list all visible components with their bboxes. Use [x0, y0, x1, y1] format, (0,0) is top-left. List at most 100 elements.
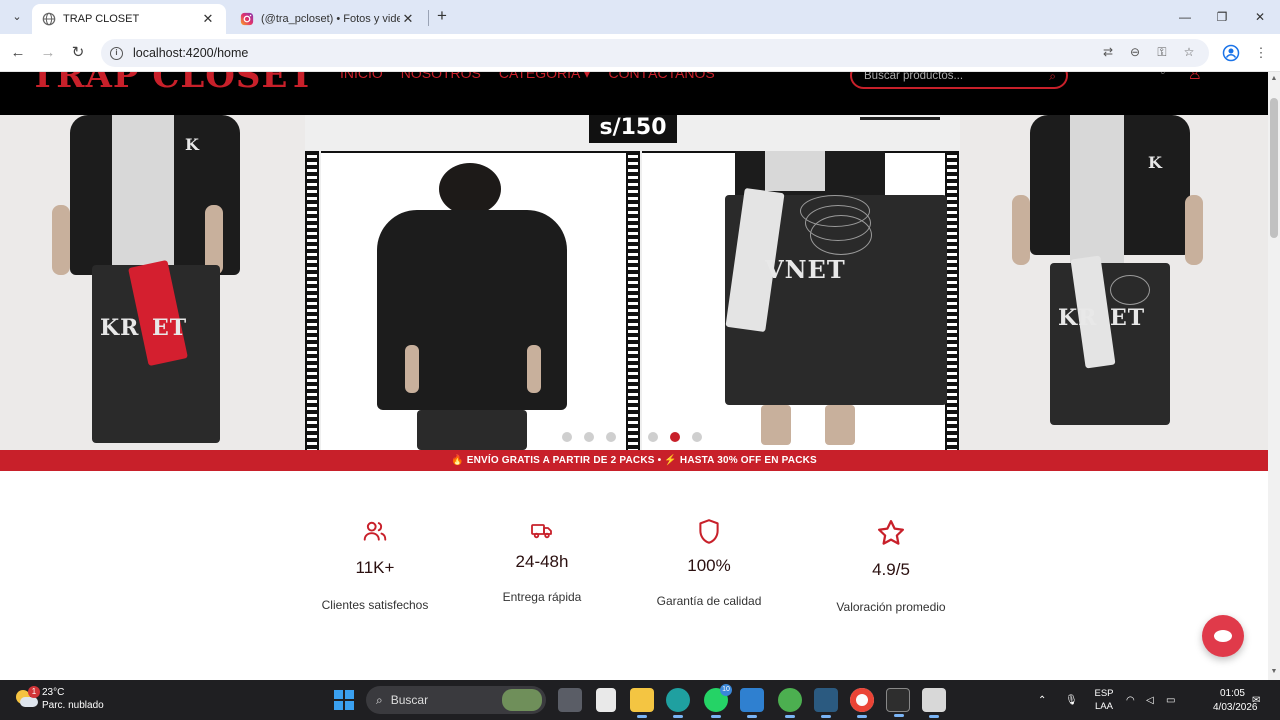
stat-value: 4.9/5 — [872, 560, 910, 579]
stat-label: Valoración promedio — [836, 600, 946, 614]
carousel-dot[interactable] — [606, 432, 616, 442]
scroll-up-icon[interactable]: ▲ — [1270, 75, 1278, 83]
search-highlight-icon — [502, 689, 542, 711]
weather-temp: 23°C — [42, 687, 65, 698]
zoom-icon[interactable]: ⊖ — [1127, 44, 1143, 60]
user-icon[interactable]: ◦ — [1160, 72, 1166, 84]
chrome-icon[interactable] — [850, 688, 874, 718]
notification-icon[interactable]: ✉ — [1252, 680, 1260, 720]
tab-search-chevron-icon[interactable]: ⌄ — [6, 7, 28, 27]
terminal-icon[interactable] — [886, 688, 910, 717]
stat-rating: 4.9/5 Valoración promedio — [826, 518, 956, 614]
browser-toolbar: ← → ↻ i localhost:4200/home ⇄ ⊖ ⚿ ☆ ⋮ — [0, 34, 1280, 72]
whatsapp-icon[interactable]: 10 — [704, 684, 732, 718]
nav-nosotros[interactable]: NOSOTROS — [401, 72, 481, 82]
tab-title: (@tra_pcloset) • Fotos y videos — [261, 13, 400, 25]
stat-quality: 100% Garantía de calidad — [649, 518, 769, 608]
scroll-down-icon[interactable]: ▼ — [1270, 668, 1278, 676]
weather-widget[interactable]: 1 23°C Parc. nublado — [14, 686, 104, 712]
search-placeholder: Buscar productos... — [864, 72, 964, 82]
minimize-icon[interactable]: — — [1170, 8, 1200, 26]
hero-image-left: KR ET K — [0, 115, 305, 450]
green-app-icon[interactable] — [778, 688, 802, 718]
address-bar[interactable]: i localhost:4200/home ⇄ ⊖ ⚿ ☆ — [101, 39, 1209, 67]
carousel-dot-active[interactable] — [670, 432, 680, 442]
stat-label: Garantía de calidad — [656, 594, 762, 608]
back-arrow-icon[interactable]: ← — [8, 43, 28, 63]
tab-separator — [428, 10, 429, 26]
profile-icon[interactable] — [1222, 44, 1240, 62]
plus-icon[interactable]: + — [433, 6, 451, 26]
tab-trap-closet[interactable]: TRAP CLOSET ✕ — [32, 4, 226, 34]
file-explorer-icon[interactable] — [630, 688, 654, 718]
snipping-tool-icon[interactable] — [922, 688, 946, 718]
url-text[interactable]: localhost:4200/home — [133, 46, 248, 60]
wifi-icon[interactable]: ◠ — [1126, 680, 1135, 720]
microphone-icon[interactable]: 🎙 — [1065, 680, 1078, 720]
task-view-icon[interactable] — [558, 688, 582, 712]
promo-banner: 🔥 ENVÍO GRATIS A PARTIR DE 2 PACKS • ⚡ H… — [0, 450, 1268, 471]
taskbar-search[interactable]: ⌕ Buscar — [366, 686, 546, 714]
product-search-input[interactable]: Buscar productos... ⌕ — [850, 72, 1068, 89]
search-icon: ⌕ — [376, 692, 383, 707]
carousel-dot[interactable] — [584, 432, 594, 442]
nav-categoria[interactable]: CATEGORÍA ▾ — [499, 72, 591, 82]
forward-arrow-icon[interactable]: → — [38, 43, 58, 63]
carousel-dot[interactable] — [692, 432, 702, 442]
reload-icon[interactable]: ↻ — [68, 43, 88, 63]
chat-button[interactable] — [1202, 615, 1244, 657]
page-viewport: TRAP CLOSET INICIO NOSOTROS CATEGORÍA ▾ … — [0, 72, 1268, 680]
vscode-icon[interactable] — [740, 688, 764, 718]
tray-overflow-icon[interactable]: ⌃ — [1038, 680, 1046, 720]
site-logo[interactable]: TRAP CLOSET — [30, 72, 315, 96]
weather-badge: 1 — [28, 686, 40, 698]
browser-tab-strip: ⌄ TRAP CLOSET ✕ (@tra_pcloset) • Fotos y… — [0, 0, 1280, 34]
edge-icon[interactable] — [666, 688, 690, 718]
hero-image-right: KR ET K — [960, 115, 1268, 450]
key-icon[interactable]: ⚿ — [1154, 44, 1170, 60]
weather-desc: Parc. nublado — [42, 700, 104, 711]
language-line-2: LAA — [1095, 701, 1113, 712]
taskbar-clock[interactable]: 01:05 4/03/2026 — [1213, 687, 1258, 715]
stat-value: 100% — [687, 556, 731, 575]
star-icon[interactable]: ☆ — [1181, 44, 1197, 60]
truck-icon — [531, 524, 552, 539]
decorative-line — [860, 117, 940, 120]
tab-title: TRAP CLOSET — [63, 13, 140, 25]
restore-icon[interactable]: ❐ — [1207, 8, 1237, 26]
notepad-icon[interactable] — [596, 688, 616, 712]
star-icon — [878, 520, 904, 545]
close-tab-icon[interactable]: ✕ — [200, 11, 216, 27]
volume-icon[interactable]: ◁ — [1146, 680, 1154, 720]
stat-delivery: 24-48h Entrega rápida — [482, 518, 602, 604]
globe-icon — [42, 12, 56, 26]
header-icons: ◦ ♙ — [1160, 72, 1202, 84]
tab-instagram[interactable]: (@tra_pcloset) • Fotos y videos ✕ — [230, 4, 426, 34]
hero-image-center: VNET — [305, 115, 960, 450]
language-indicator[interactable]: ESP LAA — [1094, 687, 1114, 713]
search-icon[interactable]: ⌕ — [1049, 72, 1056, 84]
nav-inicio[interactable]: INICIO — [340, 72, 383, 82]
hero-carousel: ‹ KR ET K — [0, 115, 1268, 450]
close-icon[interactable]: ✕ — [1245, 8, 1275, 26]
site-info-icon[interactable]: i — [110, 46, 123, 60]
translate-icon[interactable]: ⇄ — [1100, 44, 1116, 60]
battery-icon[interactable]: ▭ — [1166, 680, 1175, 720]
stat-value: 11K+ — [355, 558, 395, 577]
carousel-dot[interactable] — [562, 432, 572, 442]
scrollbar-thumb[interactable] — [1270, 98, 1278, 238]
page-scrollbar[interactable]: ▲ ▼ — [1268, 72, 1280, 680]
site-header: TRAP CLOSET INICIO NOSOTROS CATEGORÍA ▾ … — [0, 72, 1268, 115]
cart-icon[interactable]: ♙ — [1188, 72, 1202, 84]
stat-label: Entrega rápida — [502, 590, 582, 604]
shield-icon — [699, 519, 719, 544]
close-tab-icon[interactable]: ✕ — [400, 11, 416, 27]
carousel-dot[interactable] — [648, 432, 658, 442]
kebab-menu-icon[interactable]: ⋮ — [1252, 44, 1270, 62]
windows-start-icon[interactable] — [334, 690, 354, 710]
whatsapp-badge: 10 — [720, 684, 732, 696]
instagram-icon — [240, 12, 254, 26]
sql-tool-icon[interactable] — [814, 688, 838, 718]
stat-label: Clientes satisfechos — [321, 598, 429, 612]
nav-contactanos[interactable]: CONTÁCTANOS — [608, 72, 714, 82]
